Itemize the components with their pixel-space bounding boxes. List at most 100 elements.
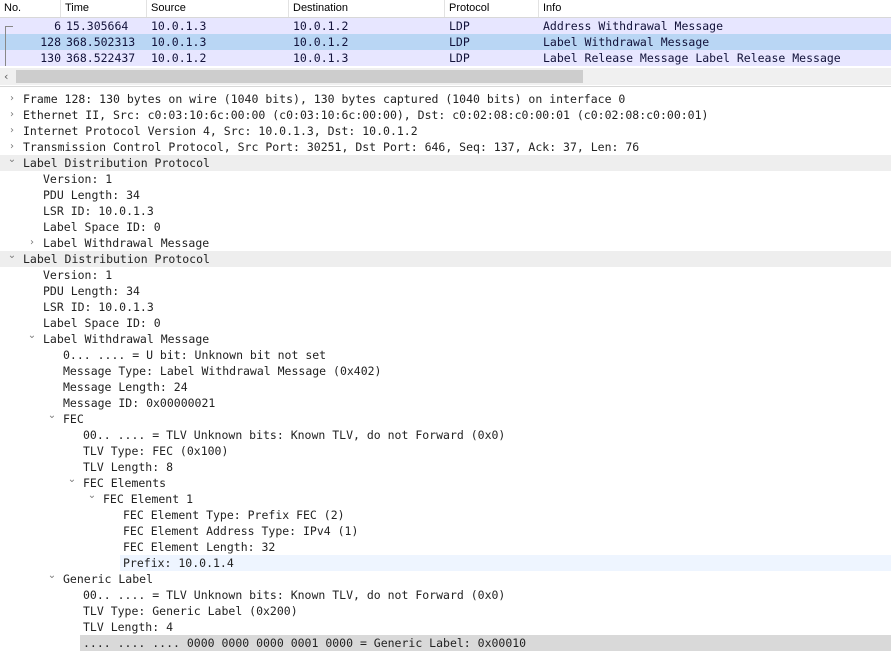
tree-row-label: Label Withdrawal Message	[43, 332, 210, 346]
packet-list-header: No. Time Source Destination Protocol Inf…	[0, 0, 891, 18]
tree-row: FEC Element Type: Prefix FEC (2)	[0, 507, 891, 523]
column-header-protocol[interactable]: Protocol	[445, 0, 539, 17]
packet-cell-proto: LDP	[449, 19, 470, 33]
tree-row-label: FEC Element Address Type: IPv4 (1)	[123, 524, 359, 538]
tree-row-label: .... .... .... 0000 0000 0000 0001 0000 …	[83, 636, 527, 650]
chevron-right-icon[interactable]: ›	[6, 91, 18, 107]
packet-cell-dst: 10.0.1.2	[293, 19, 349, 33]
tree-row: 00.. .... = TLV Unknown bits: Known TLV,…	[0, 587, 891, 603]
packet-row[interactable]: 128 368.502313 10.0.1.3 10.0.1.2 LDP Label Wi…	[0, 34, 891, 50]
tree-row: PDU Length: 34	[0, 283, 891, 299]
packet-cell-info: Address Withdrawal Message	[543, 19, 724, 33]
chevron-down-icon[interactable]: ⌄	[46, 568, 58, 584]
tree-row-label: Label Distribution Protocol	[23, 252, 210, 266]
tree-row: 0... .... = U bit: Unknown bit not set	[0, 347, 891, 363]
packet-cell-proto: LDP	[449, 35, 470, 49]
tree-row: TLV Type: Generic Label (0x200)	[0, 603, 891, 619]
chevron-right-icon[interactable]: ›	[6, 123, 18, 139]
packet-row[interactable]: 6 15.305664 10.0.1.3 10.0.1.2 LDP Address Wit…	[0, 18, 891, 35]
column-header-source[interactable]: Source	[147, 0, 289, 17]
packet-row[interactable]: 130 368.522437 10.0.1.2 10.0.1.3 LDP Label Re…	[0, 50, 891, 66]
tree-row[interactable]: › Transmission Control Protocol, Src Port…	[0, 139, 891, 155]
tree-row[interactable]: › Internet Protocol Version 4, Src: 10.0.…	[0, 123, 891, 139]
tree-row-label: Prefix: 10.0.1.4	[123, 556, 234, 570]
tree-row[interactable]: › Ethernet II, Src: c0:03:10:6c:00:00 (c0…	[0, 107, 891, 123]
packet-cell-info: Label Release Message Label Release Mess…	[543, 51, 841, 65]
tree-row: LSR ID: 10.0.1.3	[0, 299, 891, 315]
chevron-down-icon[interactable]: ⌄	[46, 408, 58, 424]
tree-row: LSR ID: 10.0.1.3	[0, 203, 891, 219]
column-header-info[interactable]: Info	[539, 0, 891, 17]
column-header-time[interactable]: Time	[61, 0, 147, 17]
column-header-label: Protocol	[449, 2, 490, 14]
tree-row-label: FEC Element Length: 32	[123, 540, 276, 554]
packet-cell-no: 128	[40, 35, 61, 49]
chevron-down-icon[interactable]: ⌄	[6, 248, 18, 264]
tree-row: PDU Length: 34	[0, 187, 891, 203]
tree-row-label: FEC Element Type: Prefix FEC (2)	[123, 508, 345, 522]
packet-cell-src: 10.0.1.3	[151, 19, 207, 33]
tree-row: 00.. .... = TLV Unknown bits: Known TLV,…	[0, 427, 891, 443]
tree-row-label: Ethernet II, Src: c0:03:10:6c:00:00 (c0:…	[23, 108, 709, 122]
column-header-label: No.	[4, 2, 22, 14]
tree-row-label: LSR ID: 10.0.1.3	[43, 300, 154, 314]
column-header-no[interactable]: No.	[0, 0, 61, 17]
horizontal-scrollbar[interactable]: ‹	[0, 68, 891, 85]
packet-cell-time: 15.305664	[66, 19, 129, 33]
tree-row-label: Internet Protocol Version 4, Src: 10.0.1…	[23, 124, 418, 138]
tree-row-label: FEC	[63, 412, 84, 426]
tree-section-row[interactable]: ⌄ Label Distribution Protocol	[0, 248, 891, 267]
tree-row: Message Length: 24	[0, 379, 891, 395]
tree-row-label: PDU Length: 34	[43, 284, 140, 298]
packet-cell-dst: 10.0.1.3	[293, 51, 349, 65]
chevron-down-icon[interactable]: ⌄	[66, 472, 78, 488]
tree-row-label: Label Space ID: 0	[43, 316, 161, 330]
tree-row: Version: 1	[0, 171, 891, 187]
tree-row-label: FEC Element 1	[103, 492, 194, 506]
tree-row-label: LSR ID: 10.0.1.3	[43, 204, 154, 218]
tree-row-label: Version: 1	[43, 172, 113, 186]
tree-row: Label Space ID: 0	[0, 219, 891, 235]
tree-row-label: Message ID: 0x00000021	[63, 396, 216, 410]
tree-row: Prefix: 10.0.1.4	[0, 555, 891, 571]
chevron-right-icon[interactable]: ›	[6, 107, 18, 123]
chevron-down-icon[interactable]: ⌄	[26, 328, 38, 344]
tree-row-label: 0... .... = U bit: Unknown bit not set	[63, 348, 327, 362]
packet-cell-dst: 10.0.1.2	[293, 35, 349, 49]
packet-list-pane: No. Time Source Destination Protocol Inf…	[0, 0, 891, 86]
tree-row[interactable]: ⌄ Label Withdrawal Message	[0, 328, 891, 347]
packet-cell-time: 368.502313	[66, 35, 136, 49]
tree-row-label: TLV Length: 4	[83, 620, 174, 634]
packet-cell-no: 130	[40, 51, 61, 65]
tree-row: .... .... .... 0000 0000 0000 0001 0000 …	[0, 635, 891, 651]
packet-cell-proto: LDP	[449, 51, 470, 65]
packet-cell-no: 6	[54, 19, 61, 33]
tree-row[interactable]: ⌄ FEC Elements	[0, 472, 891, 491]
tree-row[interactable]: ⌄ Generic Label	[0, 568, 891, 587]
row-highlight	[120, 555, 891, 571]
tree-row-label: Generic Label	[63, 572, 154, 586]
tree-row[interactable]: › Label Withdrawal Message	[0, 235, 891, 251]
tree-row-label: Label Space ID: 0	[43, 220, 161, 234]
tree-section-row[interactable]: ⌄ Label Distribution Protocol	[0, 152, 891, 171]
tree-row-label: 00.. .... = TLV Unknown bits: Known TLV,…	[83, 588, 506, 602]
chevron-left-icon[interactable]: ‹	[4, 68, 8, 85]
column-header-label: Time	[65, 2, 90, 14]
column-header-destination[interactable]: Destination	[289, 0, 445, 17]
tree-row-label: TLV Length: 8	[83, 460, 174, 474]
tree-row[interactable]: ⌄ FEC	[0, 408, 891, 427]
tree-row: TLV Length: 4	[0, 619, 891, 635]
tree-row-label: Label Withdrawal Message	[43, 236, 210, 250]
tree-row-label: TLV Type: FEC (0x100)	[83, 444, 229, 458]
tree-row-label: Message Type: Label Withdrawal Message (…	[63, 364, 382, 378]
tree-row: TLV Length: 8	[0, 459, 891, 475]
tree-row-label: Transmission Control Protocol, Src Port:…	[23, 140, 640, 154]
tree-row: Message ID: 0x00000021	[0, 395, 891, 411]
tree-row: Label Space ID: 0	[0, 315, 891, 331]
scrollbar-thumb[interactable]	[16, 70, 583, 83]
chevron-down-icon[interactable]: ⌄	[86, 488, 98, 504]
chevron-down-icon[interactable]: ⌄	[6, 152, 18, 168]
tree-row[interactable]: › Frame 128: 130 bytes on wire (1040 bits…	[0, 91, 891, 107]
chevron-right-icon[interactable]: ›	[26, 235, 38, 251]
tree-row[interactable]: ⌄ FEC Element 1	[0, 488, 891, 507]
